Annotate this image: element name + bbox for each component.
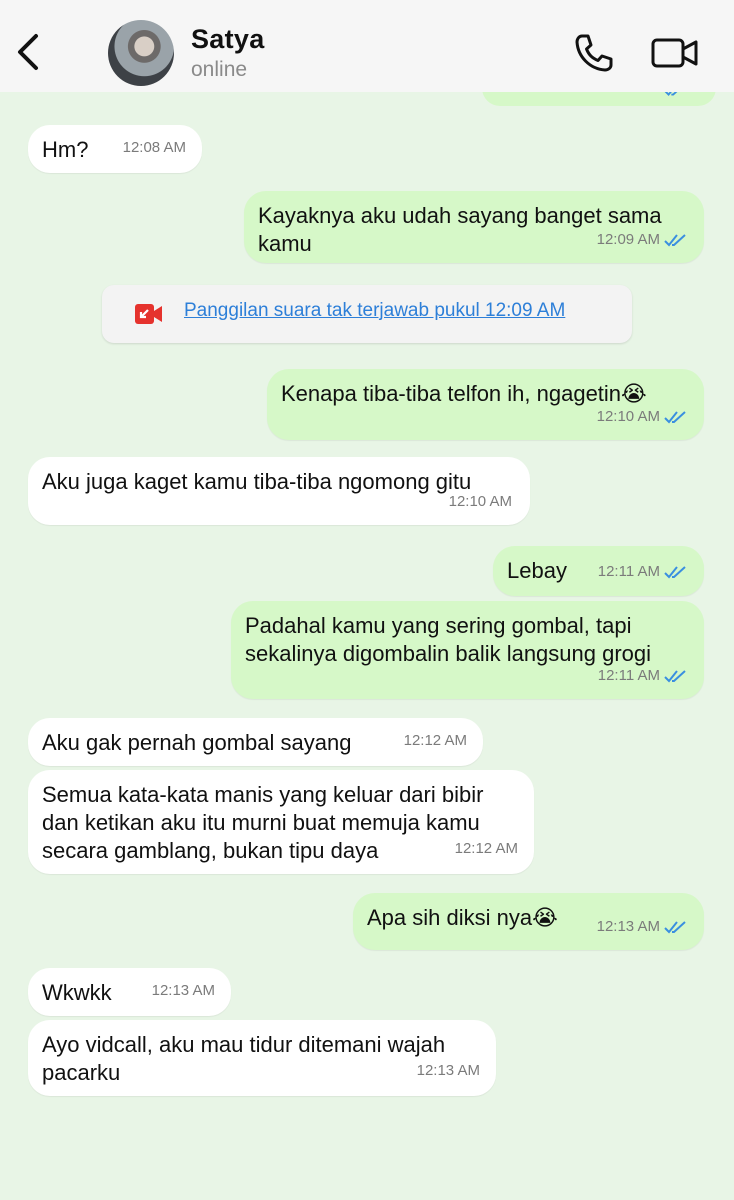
message-time: 12:10 AM [448, 493, 512, 510]
missed-call-notice: Panggilan suara tak terjawab pukul 12:09… [102, 285, 632, 343]
missed-video-call-icon [135, 304, 162, 324]
phone-icon[interactable] [572, 32, 614, 74]
message-time: 12:08 AM [122, 139, 186, 156]
message-time: 12:13 AM [596, 918, 660, 935]
contact-status: online [191, 58, 248, 81]
double-check-icon [664, 411, 686, 424]
message-bubble[interactable]: Apa sih diksi nya😭 12:13 AM [353, 893, 704, 950]
video-camera-icon[interactable] [650, 34, 700, 72]
double-check-icon [664, 921, 686, 934]
message-bubble[interactable]: Ayo vidcall, aku mau tidur ditemani waja… [28, 1020, 496, 1096]
avatar[interactable] [108, 20, 174, 86]
message-time: 12:12 AM [403, 732, 467, 749]
message-bubble[interactable]: Padahal kamu yang sering gombal, tapi se… [231, 601, 704, 699]
message-bubble[interactable]: Aku gak pernah gombal sayang 12:12 AM [28, 718, 483, 766]
double-check-icon [664, 566, 686, 579]
message-time: 12:10 AM [596, 408, 660, 425]
message-text: Aku juga kaget kamu tiba-tiba ngomong gi… [42, 469, 472, 494]
message-bubble[interactable]: Wkwkk 12:13 AM [28, 968, 231, 1016]
message-time: 12:13 AM [151, 982, 215, 999]
message-time: 12:13 AM [416, 1062, 480, 1079]
contact-name[interactable]: Satya [191, 24, 265, 55]
missed-call-link[interactable]: Panggilan suara tak terjawab pukul 12:09… [184, 300, 565, 322]
message-time: 12:11 AM [597, 563, 660, 580]
message-text: Padahal kamu yang sering gombal, tapi se… [245, 613, 652, 666]
double-check-icon [664, 234, 686, 247]
message-time: 12:09 AM [596, 231, 660, 248]
message-bubble[interactable]: Aku juga kaget kamu tiba-tiba ngomong gi… [28, 457, 530, 525]
message-bubble[interactable]: Kenapa tiba-tiba telfon ih, ngagetin😭 12… [267, 369, 704, 440]
message-time: 12:12 AM [454, 840, 518, 857]
message-bubble[interactable]: Semua kata-kata manis yang keluar dari b… [28, 770, 534, 874]
message-time: 12:11 AM [597, 667, 660, 684]
message-bubble[interactable]: Lebay 12:11 AM [493, 546, 704, 596]
message-bubble[interactable]: Kayaknya aku udah sayang banget sama kam… [244, 191, 704, 263]
double-check-icon [664, 670, 686, 683]
chat-header: Satya online [0, 0, 734, 92]
chevron-left-icon[interactable] [14, 30, 46, 74]
message-bubble[interactable]: Hm? 12:08 AM [28, 125, 202, 173]
message-text: Semua kata-kata manis yang keluar dari b… [42, 782, 484, 863]
